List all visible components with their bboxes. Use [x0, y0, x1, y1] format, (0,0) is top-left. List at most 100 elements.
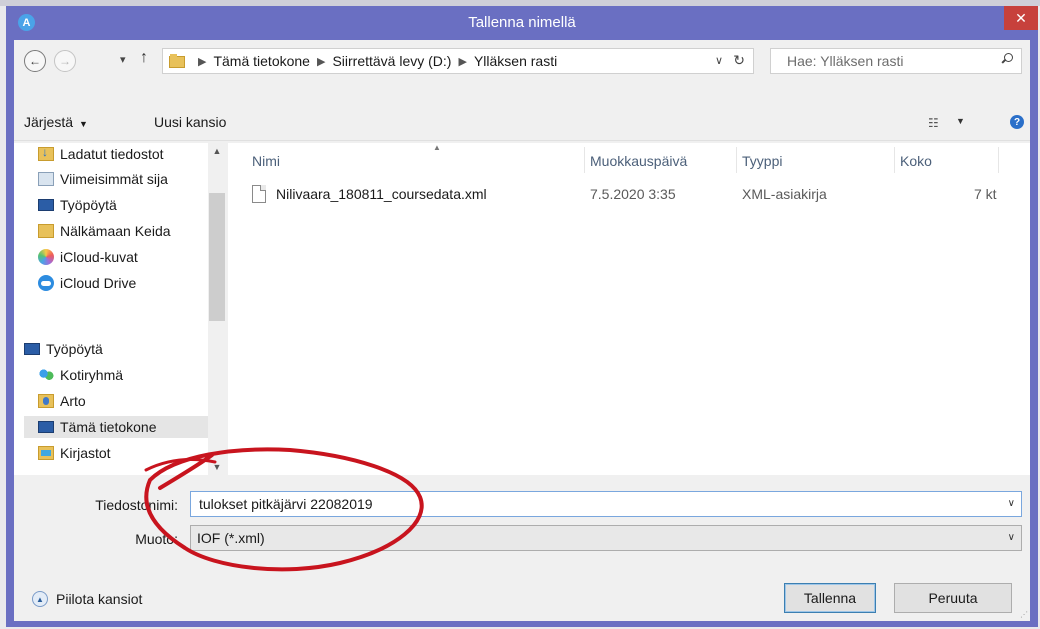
icloud-photos-icon: [38, 249, 54, 265]
nav-item-downloads[interactable]: Ladatut tiedostot: [38, 143, 224, 165]
recent-locations-dropdown-icon[interactable]: ▾: [120, 53, 126, 66]
new-folder-button[interactable]: Uusi kansio: [154, 114, 226, 130]
desktop-icon: [38, 199, 54, 211]
nav-item-label: Kirjastot: [60, 445, 111, 461]
collapse-up-icon: ▲: [32, 591, 48, 607]
up-folder-icon[interactable]: ↑: [140, 49, 148, 67]
breadcrumb-this-pc[interactable]: Tämä tietokone: [213, 53, 310, 69]
breadcrumb-removable-disk[interactable]: Siirrettävä levy (D:): [332, 53, 451, 69]
organize-label: Järjestä: [24, 114, 74, 130]
nav-item-label: iCloud Drive: [60, 275, 137, 291]
refresh-icon[interactable]: ↻: [733, 52, 745, 69]
column-divider[interactable]: [998, 147, 999, 173]
nav-item-label: Nälkämaan Keida: [60, 223, 171, 239]
nav-item-recent-places[interactable]: Viimeisimmät sija: [38, 168, 224, 190]
nav-item-this-pc[interactable]: Tämä tietokone: [24, 416, 210, 438]
chevron-down-icon[interactable]: ▼: [956, 116, 965, 126]
chevron-down-icon: ▼: [79, 119, 88, 129]
breadcrumb-separator-icon[interactable]: ▶: [198, 55, 206, 68]
filename-combobox[interactable]: ∨: [190, 491, 1022, 517]
file-name: Nilivaara_180811_coursedata.xml: [276, 186, 487, 202]
folder-icon: [38, 224, 54, 238]
address-bar[interactable]: ▶ Tämä tietokone ▶ Siirrettävä levy (D:)…: [162, 48, 754, 74]
organize-menu-button[interactable]: Järjestä ▼: [24, 114, 88, 130]
folder-icon: [169, 54, 185, 68]
breadcrumb-separator-icon[interactable]: ▶: [458, 55, 466, 68]
icloud-drive-icon: [38, 275, 54, 291]
scroll-down-icon[interactable]: ▼: [208, 459, 226, 475]
filetype-label: Muoto:: [135, 531, 178, 547]
search-icon[interactable]: [1002, 53, 1013, 64]
address-history-dropdown-icon[interactable]: ∨: [715, 54, 723, 67]
nav-item-user[interactable]: Arto: [38, 390, 224, 412]
hide-folders-toggle[interactable]: ▲ Piilota kansiot: [32, 591, 142, 607]
save-as-dialog: A Tallenna nimellä ✕ ← → ▾ ↑ ▶ Tämä tiet…: [6, 6, 1038, 627]
nav-item-desktop-root[interactable]: Työpöytä: [24, 338, 210, 360]
view-options-icon[interactable]: ☷: [928, 116, 939, 130]
save-button[interactable]: Tallenna: [784, 583, 876, 613]
resize-grip-icon[interactable]: ⋰: [1020, 610, 1028, 619]
nav-item-label: Ladatut tiedostot: [60, 146, 164, 162]
file-list[interactable]: ▲ Nimi Muokkauspäivä Tyyppi Koko Nilivaa…: [228, 143, 1030, 475]
libraries-icon: [38, 446, 54, 460]
column-divider[interactable]: [736, 147, 737, 173]
title-bar[interactable]: A Tallenna nimellä ✕: [6, 6, 1038, 40]
user-folder-icon: [38, 394, 54, 408]
command-toolbar: Järjestä ▼ Uusi kansio ☷ ▼ ?: [14, 104, 1030, 141]
filename-input[interactable]: [197, 495, 981, 513]
breadcrumb-separator-icon[interactable]: ▶: [317, 55, 325, 68]
dialog-client-area: ← → ▾ ↑ ▶ Tämä tietokone ▶ Siirrettävä l…: [14, 40, 1030, 621]
back-button[interactable]: ←: [24, 50, 46, 72]
nav-item-desktop[interactable]: Työpöytä: [38, 194, 224, 216]
nav-item-icloud-photos[interactable]: iCloud-kuvat: [38, 246, 224, 268]
chevron-down-icon[interactable]: ∨: [1008, 532, 1015, 543]
nav-item-icloud-drive[interactable]: iCloud Drive: [38, 272, 224, 294]
file-type: XML-asiakirja: [742, 186, 827, 202]
filetype-value: IOF (*.xml): [197, 530, 265, 546]
homegroup-icon: [38, 368, 54, 382]
file-row[interactable]: Nilivaara_180811_coursedata.xml 7.5.2020…: [252, 183, 1012, 207]
search-input[interactable]: [785, 52, 989, 70]
nav-item-label: Arto: [60, 393, 86, 409]
nav-item-libraries[interactable]: Kirjastot: [38, 442, 224, 464]
column-header-name[interactable]: Nimi: [252, 153, 280, 169]
nav-item-label: Työpöytä: [46, 341, 103, 357]
save-form: Tiedostonimi: ∨ Muoto: IOF (*.xml) ∨ ▲ P…: [14, 477, 1030, 621]
column-header-size[interactable]: Koko: [900, 153, 932, 169]
file-size: 7 kt: [974, 186, 997, 202]
navigation-scrollbar[interactable]: ▲ ▼: [208, 143, 226, 475]
nav-item-folder[interactable]: Nälkämaan Keida: [38, 220, 224, 242]
cancel-button[interactable]: Peruuta: [894, 583, 1012, 613]
help-icon[interactable]: ?: [1010, 115, 1024, 129]
navigation-bar: ← → ▾ ↑ ▶ Tämä tietokone ▶ Siirrettävä l…: [14, 40, 1030, 82]
nav-item-label: Viimeisimmät sija: [60, 171, 168, 187]
nav-item-label: Työpöytä: [60, 197, 117, 213]
navigation-pane[interactable]: Ladatut tiedostot Viimeisimmät sija Työp…: [14, 143, 226, 475]
desktop-icon: [24, 343, 40, 355]
filename-label: Tiedostonimi:: [95, 497, 178, 513]
window-title: Tallenna nimellä: [468, 14, 576, 31]
nav-item-label: Kotiryhmä: [60, 367, 124, 383]
nav-item-label: Tämä tietokone: [60, 419, 157, 435]
scrollbar-thumb[interactable]: [209, 193, 225, 321]
back-arrow-icon: ←: [29, 54, 41, 68]
column-divider[interactable]: [894, 147, 895, 173]
forward-arrow-icon: →: [59, 54, 71, 68]
nav-item-homegroup[interactable]: Kotiryhmä: [38, 364, 224, 386]
filetype-select[interactable]: IOF (*.xml) ∨: [190, 525, 1022, 551]
downloads-folder-icon: [38, 145, 54, 161]
column-header-modified[interactable]: Muokkauspäivä: [590, 153, 687, 169]
hide-folders-label: Piilota kansiot: [56, 591, 143, 607]
computer-icon: [38, 421, 54, 433]
nav-item-label: iCloud-kuvat: [60, 249, 138, 265]
sort-ascending-icon: ▲: [433, 143, 441, 152]
scroll-up-icon[interactable]: ▲: [208, 143, 226, 159]
file-modified: 7.5.2020 3:35: [590, 186, 676, 202]
chevron-down-icon[interactable]: ∨: [1008, 498, 1015, 509]
column-header-type[interactable]: Tyyppi: [742, 153, 782, 169]
close-button[interactable]: ✕: [1004, 6, 1038, 30]
breadcrumb-current-folder[interactable]: Ylläksen rasti: [474, 53, 557, 69]
search-box[interactable]: [770, 48, 1022, 74]
forward-button[interactable]: →: [54, 50, 76, 72]
column-divider[interactable]: [584, 147, 585, 173]
